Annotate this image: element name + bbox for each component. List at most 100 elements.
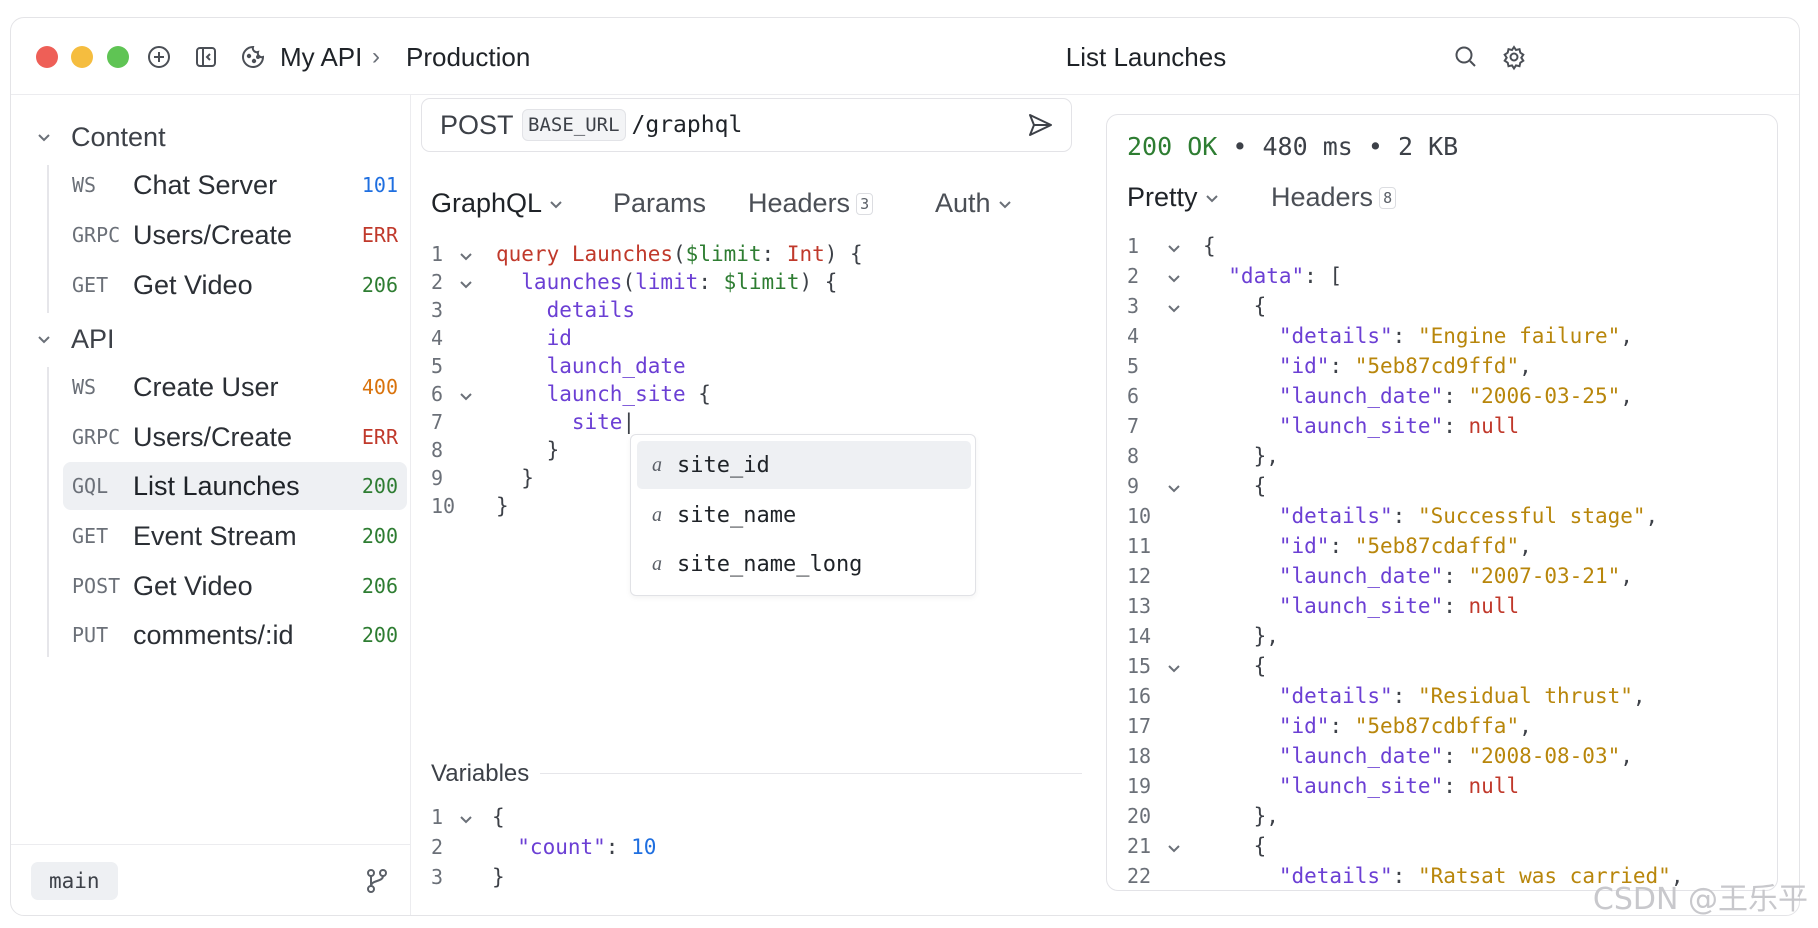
operation-name: Launches: [571, 242, 674, 266]
url-variable-chip[interactable]: BASE_URL: [522, 109, 626, 141]
count-badge: 3: [856, 192, 874, 215]
sidebar-item-label: Users/Create: [133, 219, 293, 250]
autocomplete-item[interactable]: a site_name_long: [637, 540, 971, 588]
line-number: 2: [1127, 264, 1140, 288]
punctuation: ) {: [799, 270, 838, 294]
line-number: 2: [431, 835, 444, 859]
sidebar-item-list-launches[interactable]: GQL List Launches 200: [63, 462, 407, 510]
code-line: "details": "Residual thrust",: [1203, 682, 1646, 710]
tab-pretty[interactable]: Pretty: [1127, 182, 1220, 213]
fold-chevron-icon[interactable]: [458, 811, 474, 827]
url-path-input[interactable]: /graphql: [626, 112, 1025, 138]
sidebar-item-get-video[interactable]: POST Get Video 206: [63, 562, 407, 610]
maximize-window-button[interactable]: [107, 46, 129, 68]
fold-chevron-icon[interactable]: [1166, 270, 1182, 286]
sidebar-item-label: Chat Server: [133, 169, 278, 200]
line-number: 19: [1127, 774, 1152, 798]
fold-chevron-icon[interactable]: [1166, 240, 1182, 256]
code-line: },: [1203, 804, 1279, 828]
tab-auth[interactable]: Auth: [935, 188, 1013, 219]
http-method[interactable]: POST: [422, 110, 522, 141]
punctuation: :: [605, 835, 632, 859]
toggle-sidebar-icon[interactable]: [192, 43, 220, 71]
fold-chevron-icon[interactable]: [458, 388, 474, 404]
field-type-icon: a: [652, 552, 662, 575]
url-bar[interactable]: POST BASE_URL /graphql: [421, 98, 1072, 152]
method-badge: WS: [72, 173, 97, 197]
line-number: 9: [1127, 474, 1140, 498]
autocomplete-label: site_name: [677, 502, 797, 528]
status-code: 101: [361, 173, 398, 197]
tab-response-headers[interactable]: Headers 8: [1271, 182, 1397, 213]
fold-chevron-icon[interactable]: [1166, 660, 1182, 676]
sidebar-group-api[interactable]: API: [35, 319, 115, 359]
minimize-window-button[interactable]: [71, 46, 93, 68]
line-number: 3: [1127, 294, 1140, 318]
type-name: Int: [786, 242, 825, 266]
method-badge: GET: [72, 273, 109, 297]
fold-chevron-icon[interactable]: [458, 248, 474, 264]
count-badge: 8: [1379, 186, 1397, 209]
close-window-button[interactable]: [36, 46, 58, 68]
git-branch-icon[interactable]: [364, 867, 390, 895]
punctuation: :: [1443, 384, 1469, 408]
tab-params[interactable]: Params: [613, 188, 706, 219]
code-line: "details": "Engine failure",: [1203, 322, 1633, 350]
code-line: "launch_site": null: [1203, 772, 1519, 800]
send-icon[interactable]: [1025, 110, 1055, 140]
sidebar-group-content[interactable]: Content: [35, 117, 166, 157]
chevron-down-icon: [38, 134, 50, 142]
punctuation: :: [1329, 714, 1355, 738]
sidebar-item-users-create[interactable]: GRPC Users/Create ERR: [63, 211, 407, 259]
status-code: 206: [361, 574, 398, 598]
code-line: },: [1203, 624, 1279, 648]
tab-label: Pretty: [1127, 182, 1198, 212]
sidebar-item-get-video[interactable]: GET Get Video 206: [63, 261, 407, 309]
cookie-icon[interactable]: [239, 43, 267, 71]
tab-headers[interactable]: Headers 3: [748, 188, 874, 219]
sidebar-item-event-stream[interactable]: GET Event Stream 200: [63, 512, 407, 560]
variables-heading: Variables: [431, 760, 530, 787]
sidebar-item-users-create[interactable]: GRPC Users/Create ERR: [63, 413, 407, 461]
line-number: 7: [1127, 414, 1140, 438]
code-line: "launch_site": null: [1203, 592, 1519, 620]
field-type-icon: a: [652, 453, 662, 476]
sidebar-item-chat-server[interactable]: WS Chat Server 101: [63, 161, 407, 209]
sidebar-item-label: Get Video: [133, 269, 253, 300]
code-line: "id": "5eb87cdbffa",: [1203, 712, 1532, 740]
json-key: "launch_date": [1203, 744, 1444, 768]
punctuation: :: [1329, 534, 1355, 558]
add-icon[interactable]: [145, 43, 173, 71]
punctuation: ,: [1632, 684, 1646, 708]
fold-chevron-icon[interactable]: [1166, 480, 1182, 496]
gear-icon[interactable]: [1500, 43, 1528, 71]
sidebar-item-comments-id[interactable]: PUT comments/:id 200: [63, 611, 407, 659]
line-number: 8: [431, 438, 444, 462]
punctuation: :: [1392, 864, 1418, 888]
punctuation: :: [1443, 564, 1469, 588]
separator: •: [1232, 132, 1248, 161]
punctuation: ,: [1519, 534, 1532, 558]
method-badge: GET: [72, 524, 109, 548]
json-string: "2006-03-25": [1468, 384, 1621, 408]
code-line: },: [1203, 444, 1279, 468]
autocomplete-item[interactable]: a site_name: [637, 491, 971, 539]
sidebar-item-create-user[interactable]: WS Create User 400: [63, 363, 407, 411]
breadcrumb-environment[interactable]: Production: [406, 40, 530, 74]
tab-graphql[interactable]: GraphQL: [431, 188, 564, 219]
code-line: }: [496, 438, 560, 462]
code-line: "launch_date": "2008-08-03",: [1203, 742, 1633, 770]
json-key: "id": [1203, 534, 1330, 558]
punctuation: ,: [1620, 744, 1633, 768]
fold-chevron-icon[interactable]: [1166, 300, 1182, 316]
json-string: "Engine failure": [1417, 324, 1621, 348]
code-line: "launch_date": "2006-03-25",: [1203, 382, 1633, 410]
breadcrumb-workspace[interactable]: My API: [280, 40, 362, 74]
window-title: List Launches: [1065, 42, 1227, 72]
autocomplete-item[interactable]: a site_id: [637, 441, 971, 489]
branch-chip[interactable]: main: [31, 862, 118, 900]
search-icon[interactable]: [1452, 43, 1480, 71]
json-null: null: [1468, 594, 1520, 618]
fold-chevron-icon[interactable]: [458, 276, 474, 292]
fold-chevron-icon[interactable]: [1166, 840, 1182, 856]
